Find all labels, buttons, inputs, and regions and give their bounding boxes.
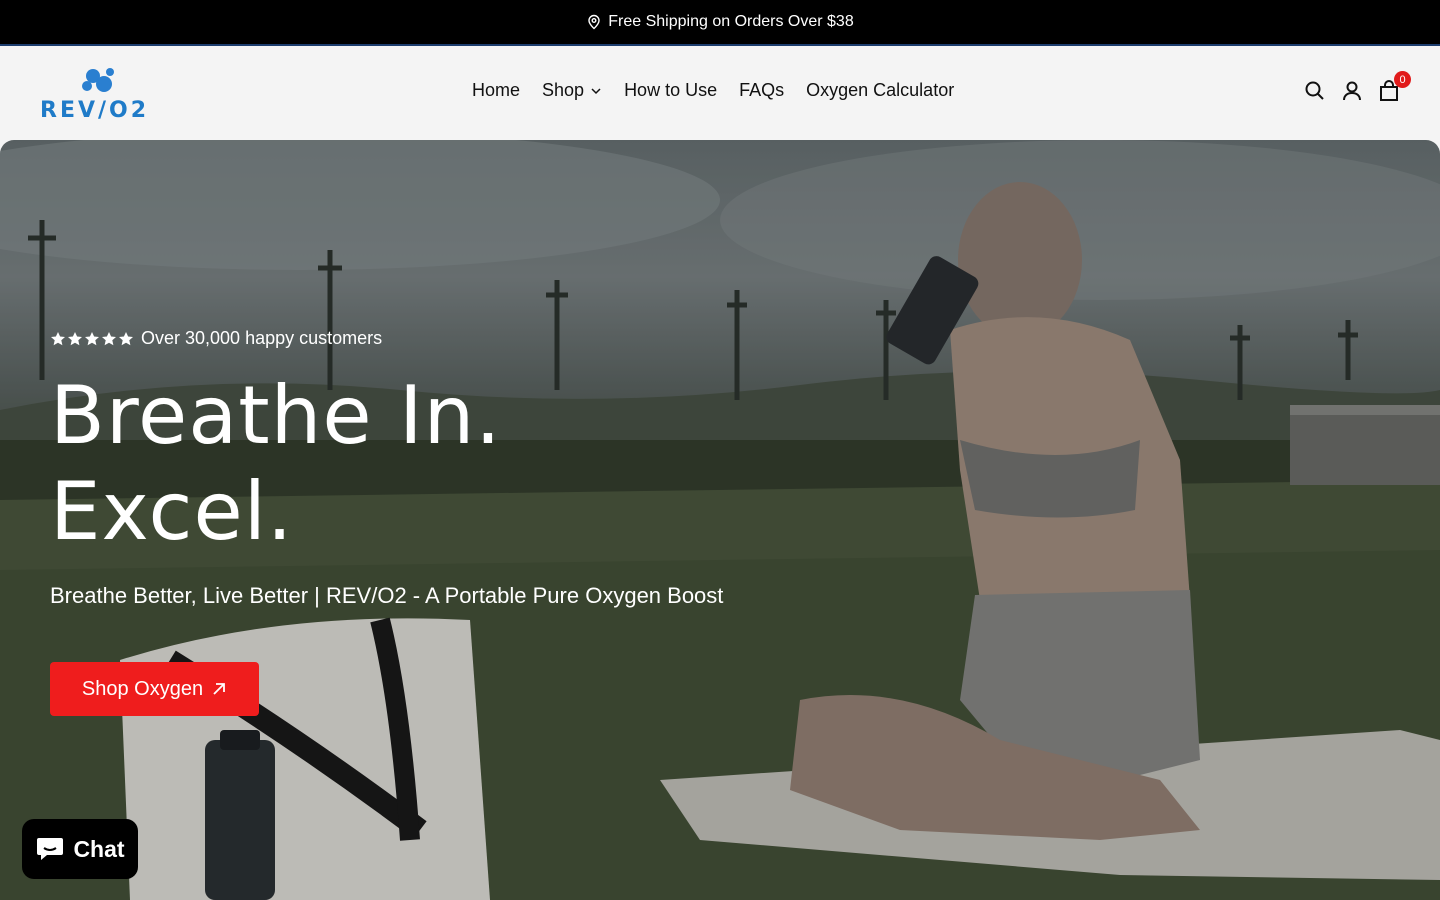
nav-home-label: Home	[472, 80, 521, 100]
chat-label: Chat	[73, 835, 125, 862]
nav-oxygen-calculator-label: Oxygen Calculator	[806, 80, 955, 100]
location-pin-icon	[586, 14, 602, 30]
announcement-text: Free Shipping on Orders Over $38	[608, 13, 854, 30]
brand-logo[interactable]: REV/O2	[38, 66, 168, 123]
hero-subheadline: Breathe Better, Live Better | REV/O2 - A…	[50, 583, 724, 608]
nav-home[interactable]: Home	[472, 80, 520, 101]
nav-shop[interactable]: Shop	[542, 80, 602, 101]
customer-rating: Over 30,000 happy customers	[50, 328, 382, 349]
search-icon[interactable]	[1304, 80, 1326, 102]
site-header: REV/O2 Home Shop How to Use FAQs Oxygen …	[0, 46, 1440, 140]
nav-shop-label: Shop	[542, 80, 585, 100]
star-icon	[118, 331, 134, 347]
star-icon	[101, 331, 117, 347]
shop-oxygen-label: Shop Oxygen	[81, 677, 204, 700]
nav-faqs[interactable]: FAQs	[739, 80, 784, 101]
headline-line-1: Breathe In.	[50, 369, 502, 462]
star-icon	[50, 331, 66, 347]
chat-bubble-icon	[35, 836, 65, 862]
cart-icon[interactable]: 0	[1378, 71, 1411, 102]
star-icon	[67, 331, 83, 347]
rating-text: Over 30,000 happy customers	[141, 328, 383, 348]
cart-count-badge: 0	[1394, 71, 1411, 88]
hero-headline: Breathe In. Excel.	[50, 368, 502, 560]
announcement-bar: Free Shipping on Orders Over $38	[0, 0, 1440, 46]
chat-button[interactable]: Chat	[22, 819, 138, 879]
header-icons: 0	[1289, 71, 1411, 102]
star-icon	[84, 331, 100, 347]
nav-faqs-label: FAQs	[739, 80, 785, 100]
shop-oxygen-button[interactable]: Shop Oxygen	[50, 662, 259, 716]
arrow-up-right-icon	[211, 681, 227, 697]
account-icon[interactable]	[1341, 80, 1363, 102]
logo-text: REV/O2	[40, 98, 150, 123]
nav-how-to-use-label: How to Use	[624, 80, 718, 100]
main-nav: Home Shop How to Use FAQs Oxygen Calcula…	[472, 80, 976, 101]
nav-how-to-use[interactable]: How to Use	[624, 80, 717, 101]
chevron-down-icon	[590, 85, 602, 97]
nav-oxygen-calculator[interactable]: Oxygen Calculator	[806, 80, 954, 101]
rating-stars	[50, 331, 135, 347]
headline-line-2: Excel.	[50, 465, 294, 558]
logo-bubbles-icon	[82, 68, 114, 92]
hero-banner: Over 30,000 happy customers Breathe In. …	[0, 140, 1440, 900]
